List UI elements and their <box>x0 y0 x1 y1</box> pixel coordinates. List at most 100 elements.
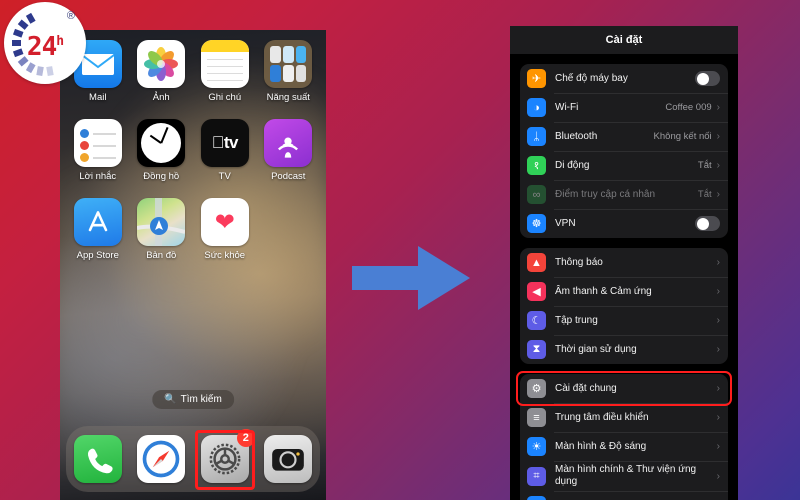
reminder-dot <box>79 141 89 150</box>
phone-handset-glyph <box>87 448 113 474</box>
app-appstore[interactable]: App Store <box>66 198 130 261</box>
appstore-a-glyph <box>88 211 108 232</box>
settings-row[interactable]: ☸ VPN <box>520 209 728 238</box>
settings-row[interactable]: १ Di động Tắt › <box>520 151 728 180</box>
bluetooth-icon: ᛦ <box>527 127 546 146</box>
hotspot-icon: ∞ <box>527 185 546 204</box>
app-notes[interactable]: Ghi chú <box>193 40 257 103</box>
airplane-icon: ✈ <box>527 69 546 88</box>
settings-row-label: Chế độ máy bay <box>555 72 628 84</box>
settings-row[interactable]: ✈ Chế độ máy bay <box>520 64 728 93</box>
settings-row-value: Tắt <box>697 189 712 200</box>
settings-row[interactable]: ▲ Thông báo › <box>520 248 728 277</box>
reminder-line <box>92 133 116 135</box>
settings-row-toggle[interactable] <box>695 216 720 231</box>
dock-settings-icon[interactable]: 2 <box>200 429 255 483</box>
app-appletv[interactable]: tv TV <box>193 119 257 182</box>
settings-row-label: Âm thanh & Cảm ứng <box>555 285 652 297</box>
settings-row[interactable]: ∞ Điểm truy cập cá nhân Tắt › <box>520 180 728 209</box>
app-label: Podcast <box>271 171 306 182</box>
app-clock[interactable]: Đồng hồ <box>130 119 194 182</box>
registered-mark: ® <box>66 10 75 22</box>
dock-camera-icon[interactable] <box>264 435 313 483</box>
podcasts-icon <box>264 119 313 167</box>
settings-row-toggle[interactable] <box>695 71 720 86</box>
notes-line <box>206 80 243 81</box>
settings-group: ▲ Thông báo › ◀ Âm thanh & Cảm ứng › ☾ Tập trun… <box>520 248 728 364</box>
app-photos[interactable]: Ảnh <box>130 40 194 103</box>
app-label: Đồng hồ <box>143 171 180 182</box>
chevron-right-icon: › <box>716 160 720 171</box>
settings-group: ✈ Chế độ máy bay ◑ Wi-Fi Coffee 009 › ᛦ Bluetoo… <box>520 64 728 238</box>
settings-navbar: Cài đặt <box>510 26 738 54</box>
settings-row[interactable]: ◑ Wi-Fi Coffee 009 › <box>520 93 728 122</box>
reminder-row <box>79 129 116 138</box>
bell-icon: ▲ <box>527 253 546 272</box>
brand-logo-24h: ® 24h <box>4 2 86 84</box>
settings-row[interactable]: ☺Trợ năng› <box>520 491 728 500</box>
envelope-glyph <box>81 54 114 75</box>
settings-row[interactable]: ⧗ Thời gian sử dụng › <box>520 335 728 364</box>
moon-icon: ☾ <box>527 311 546 330</box>
settings-row-label: Màn hình & Độ sáng <box>555 440 647 452</box>
clock-icon <box>137 119 186 167</box>
notes-header-band <box>200 40 249 52</box>
settings-row[interactable]: ᛦ Bluetooth Không kết nối › <box>520 122 728 151</box>
clock-face <box>141 123 182 163</box>
podcast-waves-glyph <box>278 137 299 158</box>
app-health[interactable]: ❤ Sức khỏe <box>193 198 257 261</box>
dock-phone-icon[interactable] <box>73 435 122 483</box>
app-label: TV <box>218 171 231 182</box>
mini-app-icon <box>295 65 307 82</box>
hourglass-icon: ⧗ <box>527 340 546 359</box>
settings-row[interactable]: ⌗ Màn hình chính & Thư viện ứng dụng › <box>520 461 728 491</box>
right-arrow-icon <box>352 246 470 310</box>
speaker-icon: ◀ <box>527 282 546 301</box>
search-pill[interactable]: 🔍 Tìm kiếm <box>152 390 234 409</box>
settings-row-label: Wi-Fi <box>555 101 579 113</box>
settings-row[interactable]: ☀ Màn hình & Độ sáng › <box>520 432 728 461</box>
health-icon: ❤ <box>200 198 249 246</box>
settings-row[interactable]: ≡ Trung tâm điều khiển › <box>520 403 728 432</box>
maps-roads-glyph <box>137 198 186 246</box>
chevron-right-icon: › <box>716 131 720 142</box>
settings-row[interactable]: ◀ Âm thanh & Cảm ứng › <box>520 277 728 306</box>
appletv-icon: tv <box>200 119 249 167</box>
app-podcasts[interactable]: Podcast <box>257 119 321 182</box>
gear-glyph <box>209 443 241 475</box>
chevron-right-icon: › <box>716 412 720 423</box>
settings-row[interactable]: ☾ Tập trung › <box>520 306 728 335</box>
settings-row-label: Bluetooth <box>555 130 598 142</box>
home-screen-screenshot: Mail Ảnh Ghi chú Năng suất Lời nhắc Đồng… <box>60 30 326 500</box>
app-label: Mail <box>89 92 107 103</box>
chevron-right-icon: › <box>716 441 720 452</box>
chevron-right-icon: › <box>716 286 720 297</box>
appstore-icon <box>73 198 122 246</box>
app-label: App Store <box>76 250 119 261</box>
app-maps[interactable]: Bản đồ <box>130 198 194 261</box>
camera-glyph <box>272 449 305 471</box>
chevron-right-icon: › <box>716 383 720 394</box>
dock-safari-icon[interactable] <box>137 435 186 483</box>
search-label: Tìm kiếm <box>180 394 222 405</box>
app-reminders[interactable]: Lời nhắc <box>66 119 130 182</box>
settings-row-label: Trung tâm điều khiển <box>555 411 649 423</box>
notes-line <box>206 66 243 67</box>
app-label: Ghi chú <box>208 92 242 103</box>
settings-row-value: Coffee 009 <box>665 102 712 113</box>
reminder-dot <box>79 153 89 162</box>
settings-row-label: Thông báo <box>555 256 603 268</box>
settings-row[interactable]: ⚙ Cài đặt chung › <box>520 374 728 403</box>
settings-row-label: Di động <box>555 159 590 171</box>
reminder-row <box>79 153 116 162</box>
maps-icon <box>137 198 186 246</box>
accessibility-icon: ☺ <box>527 496 546 500</box>
logo-text: 24h <box>4 32 86 62</box>
app-grid: Mail Ảnh Ghi chú Năng suất Lời nhắc Đồng… <box>60 40 326 261</box>
settings-list[interactable]: ✈ Chế độ máy bay ◑ Wi-Fi Coffee 009 › ᛦ Bluetoo… <box>510 64 738 500</box>
app-label: Ảnh <box>152 92 170 103</box>
photos-icon <box>137 40 186 88</box>
app-folder-productivity[interactable]: Năng suất <box>257 40 321 103</box>
notes-icon <box>200 40 249 88</box>
app-label: Năng suất <box>266 92 310 103</box>
